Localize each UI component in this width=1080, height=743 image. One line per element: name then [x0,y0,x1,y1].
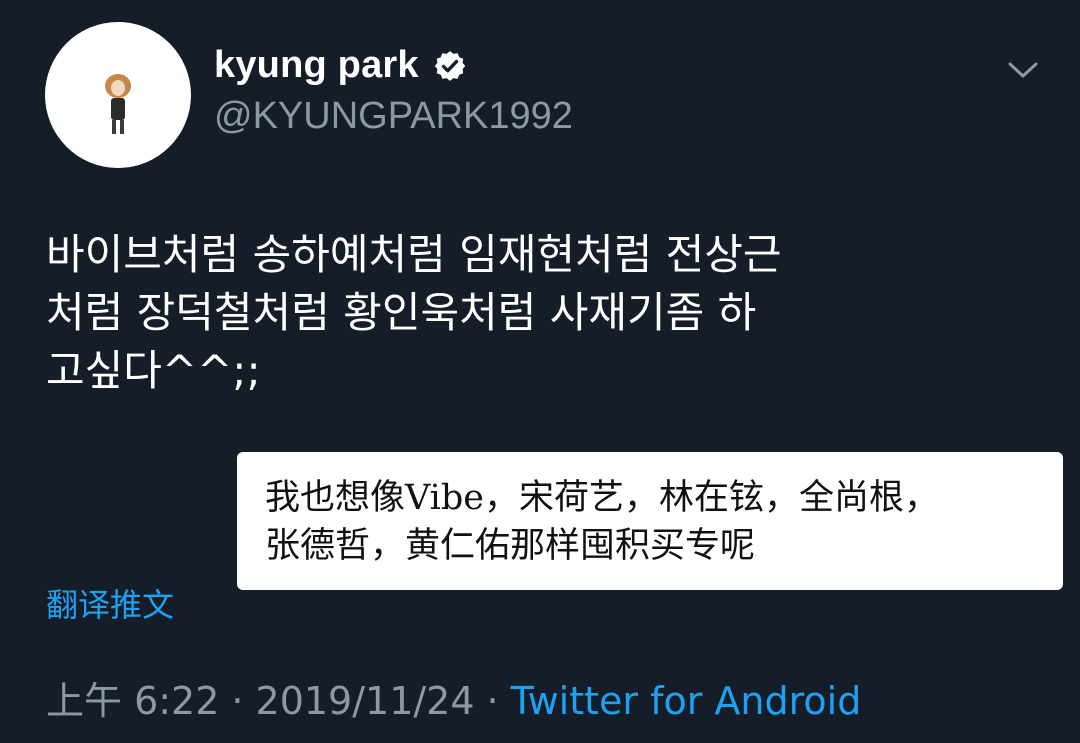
verified-badge-icon [434,50,466,81]
translation-caption-line: 我也想像Vibe，宋荷艺，林在铉，全尚根， [265,478,939,518]
tweet-text-line: 고싶다^^;; [46,346,261,395]
tweet-source-link[interactable]: Twitter for Android [511,679,862,723]
tweet-time: 上午 6:22 [46,679,220,723]
author-name-row: kyung park [214,44,467,87]
tweet-text-line: 바이브처럼 송하예처럼 임재현처럼 전상근 [46,230,782,279]
tweet-meta: 上午 6:22 · 2019/11/24 · Twitter for Android [46,670,861,725]
avatar-figure-icon [105,74,131,134]
translate-tweet-link[interactable]: 翻译推文 [46,580,174,626]
meta-separator: · [231,679,244,723]
translation-caption-line: 张德哲，黄仁佑那样囤积买专呢 [265,526,756,566]
tweet-text: 바이브처럼 송하예처럼 임재현처럼 전상근 처럼 장덕철처럼 황인욱처럼 사재기… [46,226,1046,400]
meta-separator: · [486,679,499,723]
translation-caption-box: 我也想像Vibe，宋荷艺，林在铉，全尚根， 张德哲，黄仁佑那样囤积买专呢 [237,452,1063,590]
avatar[interactable] [45,22,191,168]
display-name[interactable]: kyung park [214,44,419,87]
chevron-down-icon[interactable] [1006,58,1040,82]
tweet-text-line: 처럼 장덕철처럼 황인욱처럼 사재기좀 하 [46,288,757,337]
user-handle[interactable]: @KYUNGPARK1992 [214,95,573,138]
tweet-date: 2019/11/24 [255,679,475,723]
